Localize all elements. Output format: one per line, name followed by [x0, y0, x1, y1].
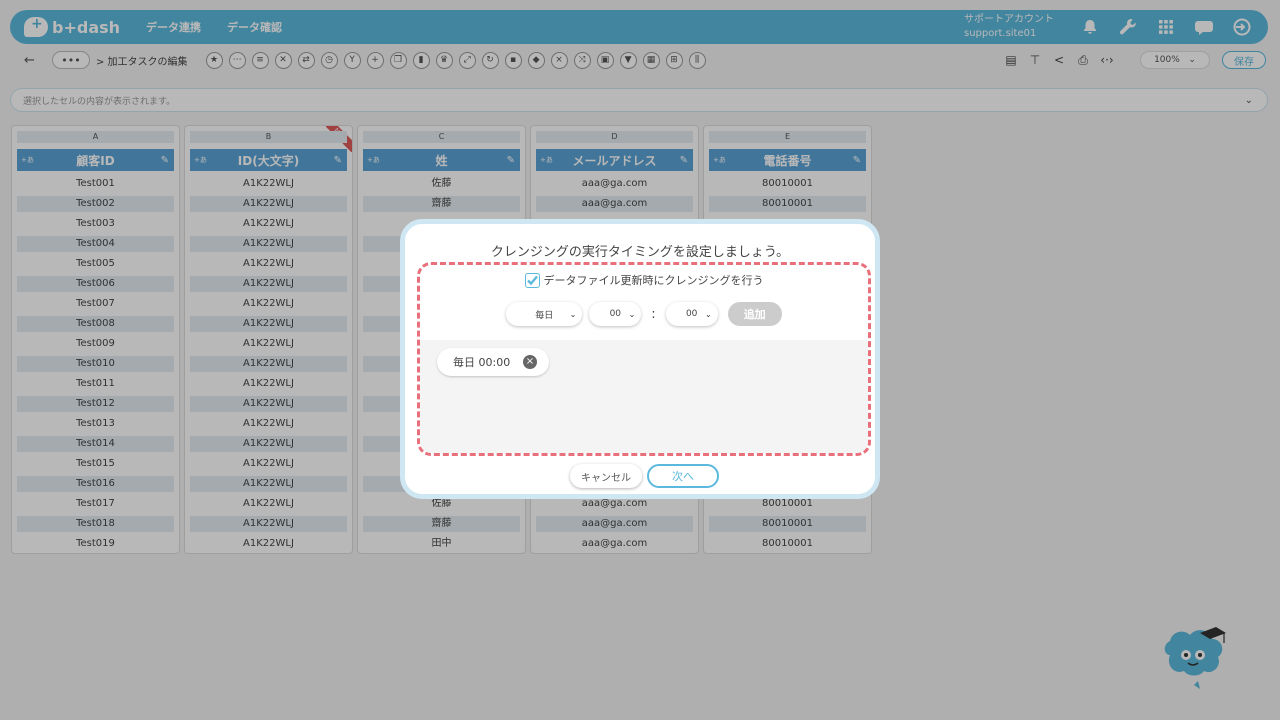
- update-checkbox[interactable]: [524, 272, 540, 288]
- cancel-button[interactable]: キャンセル: [570, 464, 642, 488]
- checkmark-icon: [526, 275, 538, 285]
- hour-select[interactable]: 00 ⌄: [589, 302, 642, 326]
- remove-schedule-icon[interactable]: ×: [523, 355, 537, 369]
- schedule-chip-label: 毎日 00:00: [453, 356, 511, 369]
- schedule-chip: 毎日 00:00 ×: [437, 348, 549, 376]
- schedule-list: 毎日 00:00 ×: [420, 340, 868, 453]
- time-separator: :: [651, 306, 656, 322]
- frequency-value: 毎日: [535, 310, 554, 321]
- minute-value: 00: [685, 309, 698, 319]
- chevron-down-icon: ⌄: [628, 309, 636, 319]
- checkbox-row[interactable]: データファイル更新時にクレンジングを行う: [420, 272, 868, 288]
- checkbox-label: データファイル更新時にクレンジングを行う: [543, 274, 764, 287]
- chevron-down-icon: ⌄: [569, 309, 577, 319]
- schedule-row: 毎日 ⌄ 00 ⌄ : 00 ⌄ 追加: [420, 302, 868, 326]
- timing-settings-area: データファイル更新時にクレンジングを行う 毎日 ⌄ 00 ⌄ : 00 ⌄ 追加…: [417, 262, 871, 456]
- next-button[interactable]: 次へ: [647, 464, 719, 488]
- chevron-down-icon: ⌄: [704, 309, 712, 319]
- add-schedule-button[interactable]: 追加: [727, 302, 782, 326]
- hour-value: 00: [609, 309, 622, 319]
- minute-select[interactable]: 00 ⌄: [665, 302, 718, 326]
- cleansing-timing-dialog: クレンジングの実行タイミングを設定しましょう。 データファイル更新時にクレンジン…: [400, 219, 880, 499]
- dialog-title: クレンジングの実行タイミングを設定しましょう。: [490, 245, 790, 260]
- frequency-select[interactable]: 毎日 ⌄: [506, 302, 583, 326]
